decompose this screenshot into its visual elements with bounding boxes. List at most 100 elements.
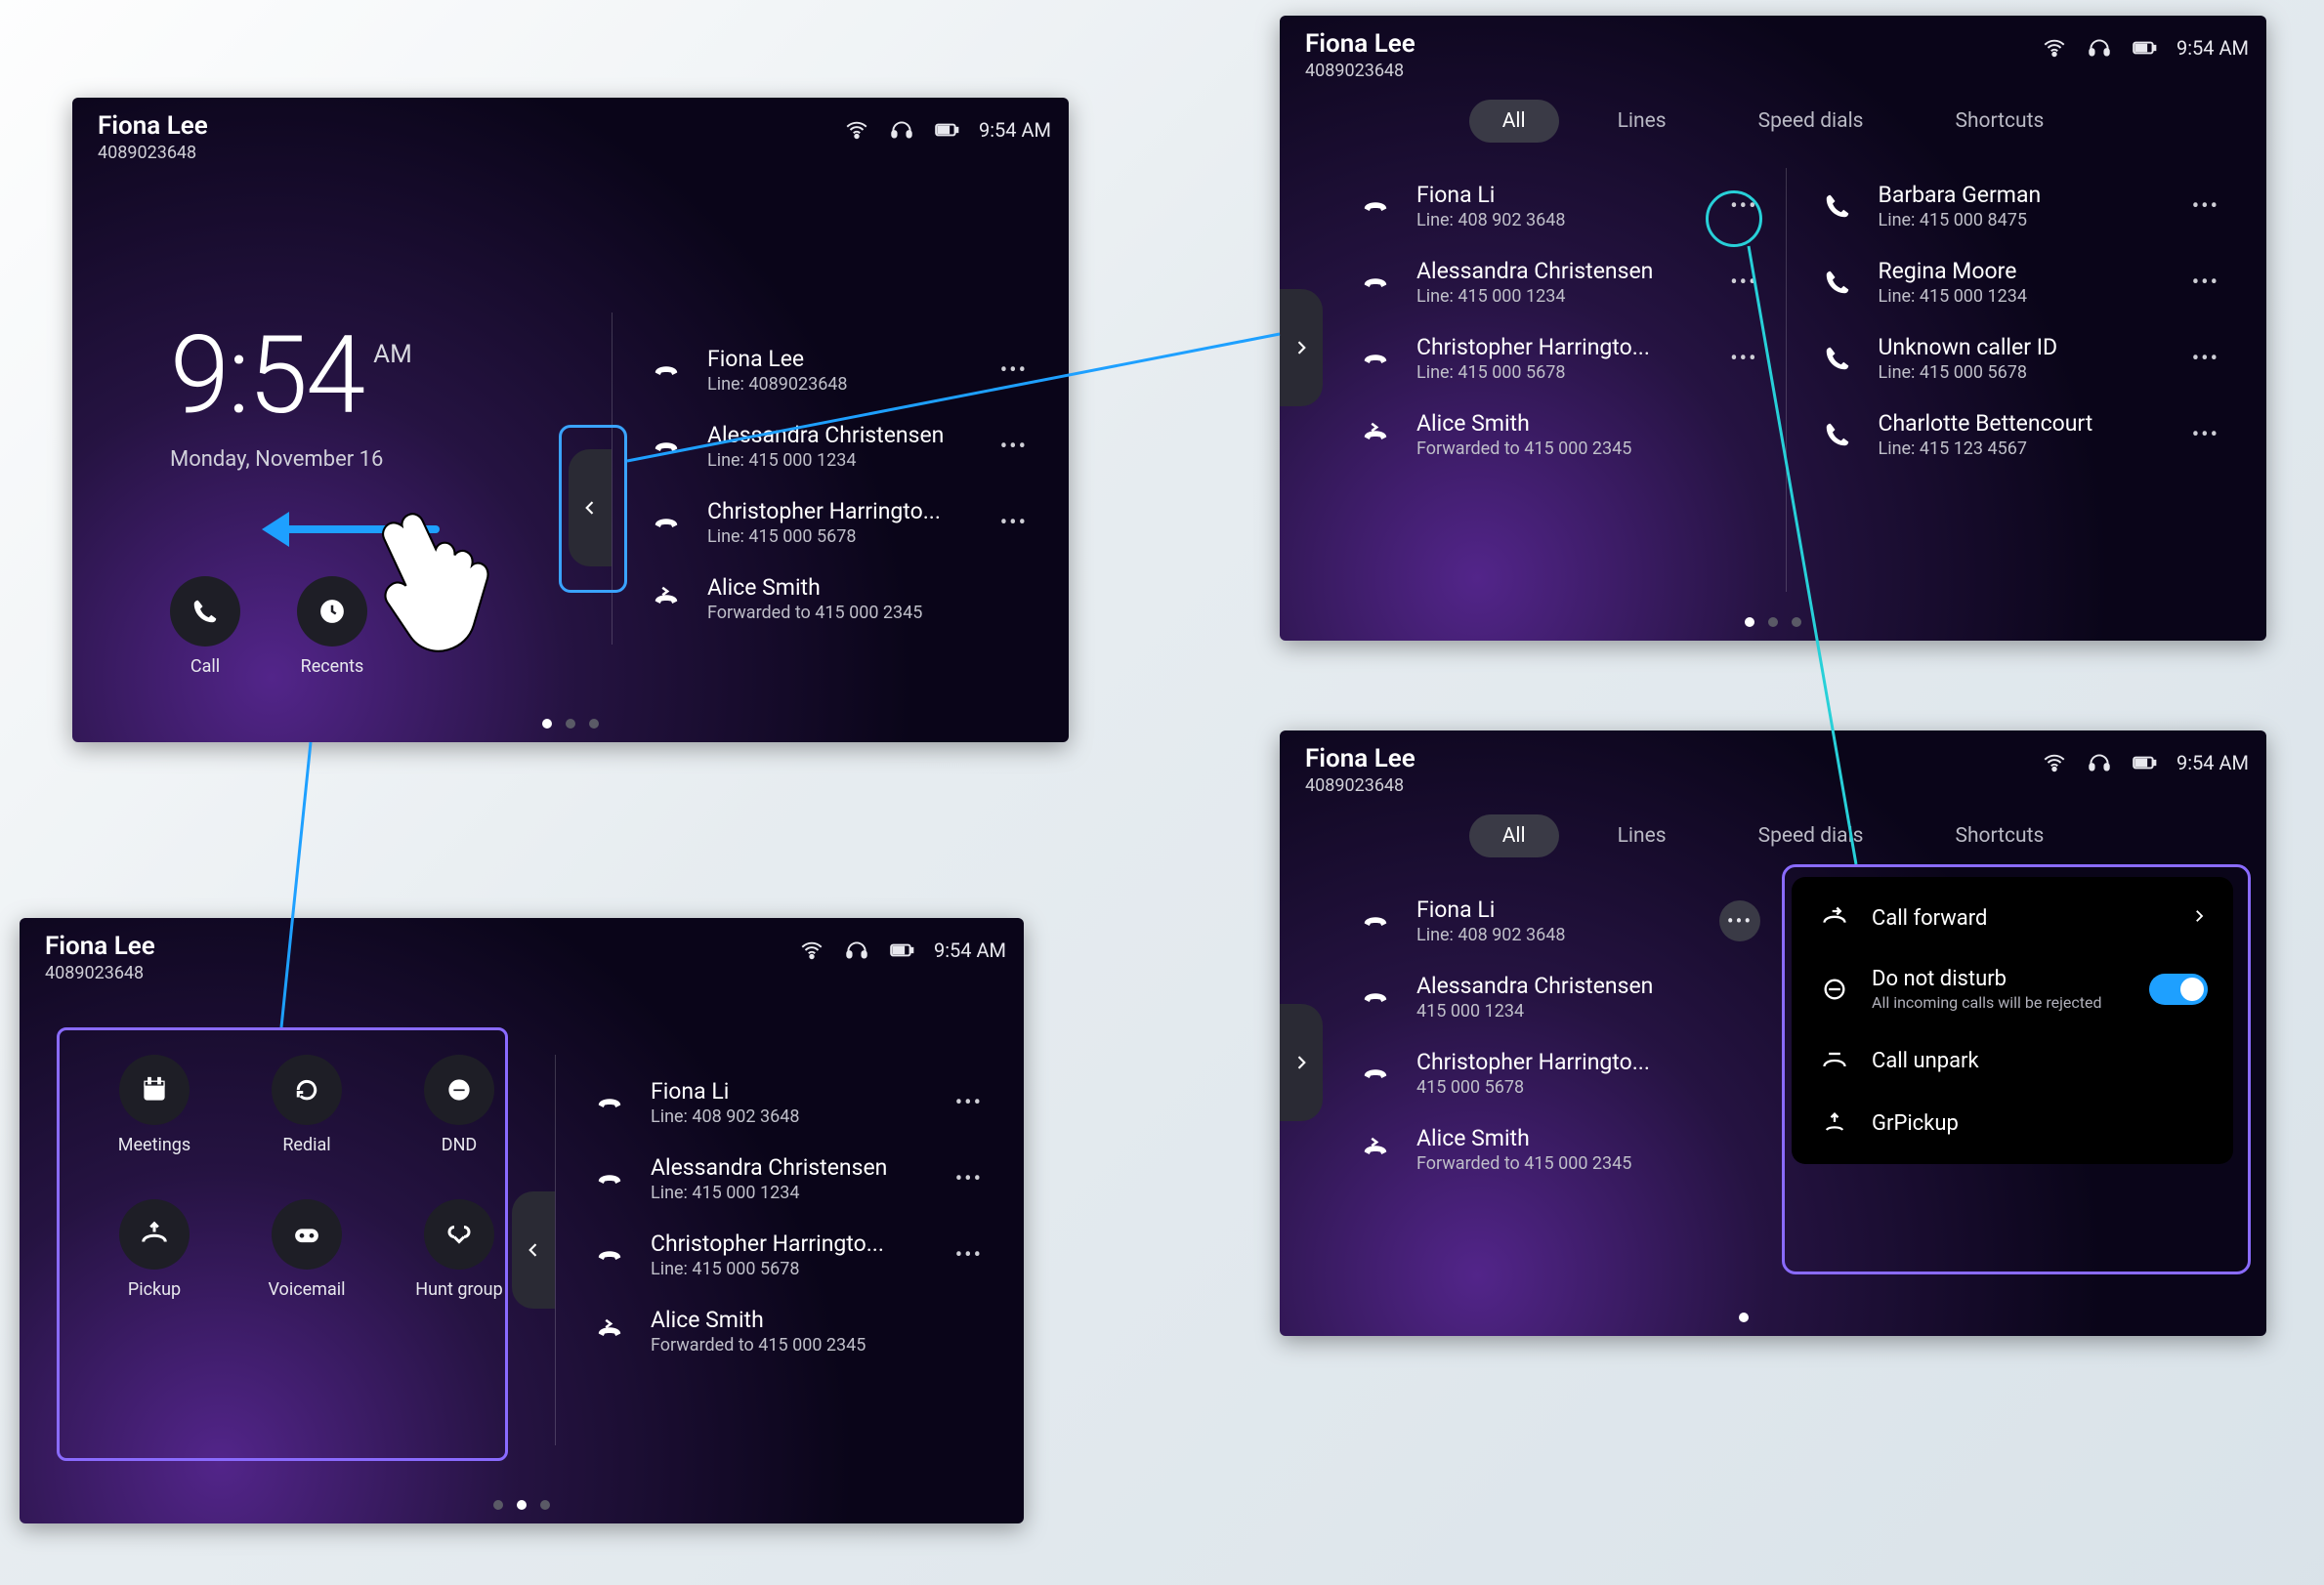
more-button[interactable]: ••• [946,1085,993,1121]
clock-ampm: AM [373,340,412,369]
grpickup-icon [1817,1109,1852,1137]
more-button[interactable]: ••• [2182,265,2229,301]
tabs: All Lines Speed dials Shortcuts [1280,814,2266,857]
tab-speed-dials[interactable]: Speed dials [1725,814,1897,857]
hangup-icon [1356,344,1395,373]
list-item[interactable]: Fiona LiLine: 408 902 3648 ••• [1348,168,1776,244]
tab-all[interactable]: All [1469,100,1559,143]
more-button[interactable]: ••• [991,505,1037,541]
hangup-icon [1356,191,1395,221]
list-item[interactable]: Fiona LiLine: 408 902 3648 ••• [1348,883,1768,959]
list-item[interactable]: Alessandra ChristensenLine: 415 000 1234… [639,408,1045,484]
divider [555,1055,556,1445]
list-item[interactable]: Alessandra ChristensenLine: 415 000 1234… [582,1141,1000,1217]
option-grpickup[interactable]: GrPickup [1792,1092,2233,1154]
list-item[interactable]: Alice SmithForwarded to 415 000 2345 [1348,1111,1768,1188]
list-item[interactable]: Christopher Harringto...Line: 415 000 56… [639,484,1045,561]
tab-speed-dials[interactable]: Speed dials [1725,100,1897,143]
list-item[interactable]: Alice SmithForwarded to 415 000 2345 [582,1293,1000,1369]
headset-icon [889,117,914,143]
collapse-handle[interactable] [512,1191,555,1309]
list-item[interactable]: Unknown caller IDLine: 415 000 5678 ••• [1810,320,2238,396]
list-item[interactable]: Regina MooreLine: 415 000 1234 ••• [1810,244,2238,320]
call-button[interactable]: Call [170,576,240,677]
status-bar: 9:54 AM [2042,35,2249,61]
huntgroup-button[interactable]: Hunt group [415,1199,502,1326]
expand-handle[interactable] [1280,1004,1323,1121]
panel-apps: Fiona Lee 4089023648 9:54 AM Meetings Re… [20,918,1024,1523]
list-item[interactable]: Fiona LeeLine: 4089023648 ••• [639,332,1045,408]
headset-icon [844,938,869,963]
more-button[interactable]: ••• [991,429,1037,465]
page-dots[interactable] [20,1500,1024,1510]
phone-icon [1818,344,1857,373]
list-item[interactable]: Alice SmithForwarded to 415 000 2345 [1348,396,1776,473]
status-time: 9:54 AM [934,938,1006,962]
more-button[interactable]: ••• [1720,188,1767,225]
status-time: 9:54 AM [2176,751,2249,774]
wifi-icon [844,117,869,143]
divider [612,313,613,645]
status-bar: 9:54 AM [2042,750,2249,775]
user-number: 4089023648 [45,963,155,983]
option-dnd[interactable]: Do not disturbAll incoming calls will be… [1792,949,2233,1029]
list-item[interactable]: Fiona LiLine: 408 902 3648 ••• [582,1064,1000,1141]
user-number: 4089023648 [98,143,208,163]
more-button[interactable]: ••• [1720,341,1767,377]
tab-all[interactable]: All [1469,814,1559,857]
dnd-button[interactable]: DND [424,1055,494,1182]
more-button[interactable]: ••• [1720,265,1767,301]
recents-button[interactable]: Recents [297,576,367,677]
more-button[interactable]: ••• [2182,417,2229,453]
voicemail-button[interactable]: Voicemail [269,1199,346,1326]
more-button-active[interactable]: ••• [1719,900,1760,941]
hangup-icon [647,355,686,385]
clock-block: 9:54 AM Monday, November 16 [170,322,412,472]
pickup-button[interactable]: Pickup [119,1199,190,1326]
page-dots[interactable] [1739,1313,1749,1322]
forward-icon [647,584,686,613]
wifi-icon [799,938,824,963]
battery-icon [2132,35,2157,61]
hangup-icon [1356,906,1395,936]
collapse-handle[interactable] [569,449,612,566]
more-button[interactable]: ••• [991,353,1037,389]
hangup-icon [590,1088,629,1117]
hangup-icon [590,1164,629,1193]
tab-shortcuts[interactable]: Shortcuts [1923,100,2078,143]
list-item[interactable]: Alessandra Christensen415 000 1234 [1348,959,1768,1035]
more-button[interactable]: ••• [946,1161,993,1197]
redial-button[interactable]: Redial [272,1055,342,1182]
list-item[interactable]: Alice SmithForwarded to 415 000 2345 [639,561,1045,637]
callforward-icon [1817,904,1852,932]
list-item[interactable]: Christopher Harringto...415 000 5678 [1348,1035,1768,1111]
option-call-forward[interactable]: Call forward [1792,887,2233,949]
list-item[interactable]: Alessandra ChristensenLine: 415 000 1234… [1348,244,1776,320]
option-call-unpark[interactable]: Call unpark [1792,1029,2233,1092]
page-dots[interactable] [1280,617,2266,627]
meetings-button[interactable]: Meetings [118,1055,190,1182]
page-dots[interactable] [72,719,1069,729]
list-item[interactable]: Charlotte BettencourtLine: 415 123 4567 … [1810,396,2238,473]
list-item[interactable]: Barbara GermanLine: 415 000 8475 ••• [1810,168,2238,244]
status-time: 9:54 AM [979,118,1051,142]
headset-icon [2087,750,2112,775]
list-item[interactable]: Christopher Harringto...Line: 415 000 56… [1348,320,1776,396]
more-button[interactable]: ••• [2182,188,2229,225]
header: Fiona Lee 4089023648 9:54 AM [45,932,1006,983]
list-item[interactable]: Christopher Harringto...Line: 415 000 56… [582,1217,1000,1293]
expand-handle[interactable] [1280,289,1323,406]
more-button[interactable]: ••• [2182,341,2229,377]
line-options-popover: Call forward Do not disturbAll incoming … [1792,877,2233,1164]
two-column-list: Fiona LiLine: 408 902 3648 ••• Alessandr… [1348,168,2237,592]
chevron-right-icon [2190,907,2208,929]
tab-shortcuts[interactable]: Shortcuts [1923,814,2078,857]
headset-icon [2087,35,2112,61]
tab-lines[interactable]: Lines [1585,100,1700,143]
header: Fiona Lee 4089023648 9:54 AM [1305,744,2249,796]
more-button[interactable]: ••• [946,1237,993,1273]
status-time: 9:54 AM [2176,36,2249,60]
dnd-toggle[interactable] [2149,974,2208,1005]
app-grid: Meetings Redial DND Pickup Voicemail Hun… [96,1055,518,1326]
tab-lines[interactable]: Lines [1585,814,1700,857]
